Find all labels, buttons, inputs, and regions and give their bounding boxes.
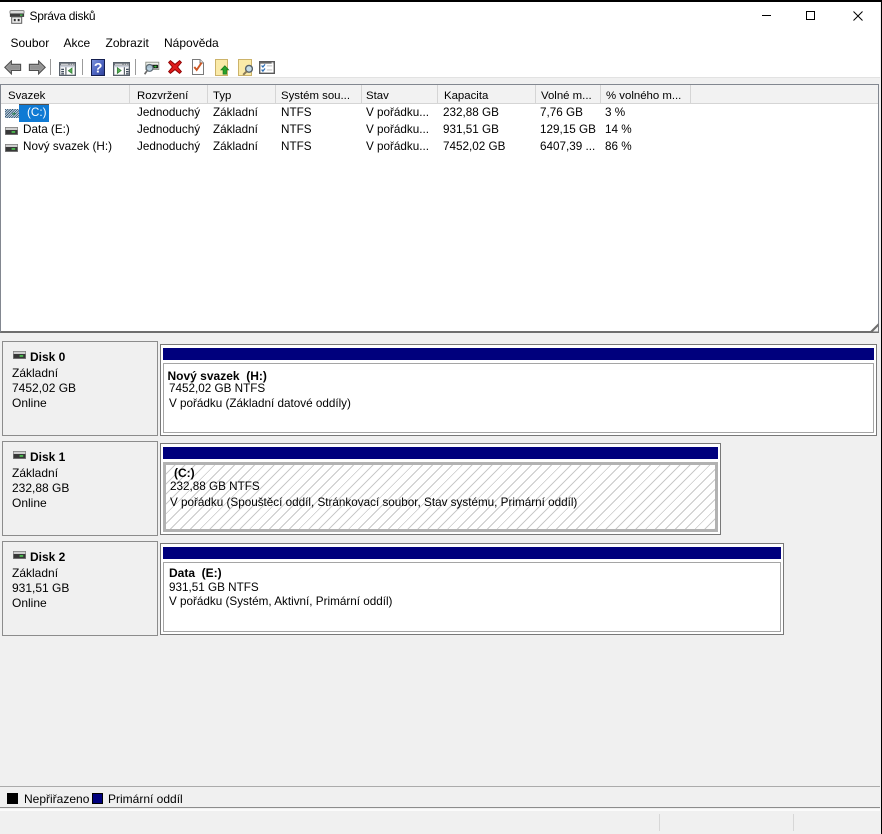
svg-text:?: ? bbox=[93, 59, 102, 75]
